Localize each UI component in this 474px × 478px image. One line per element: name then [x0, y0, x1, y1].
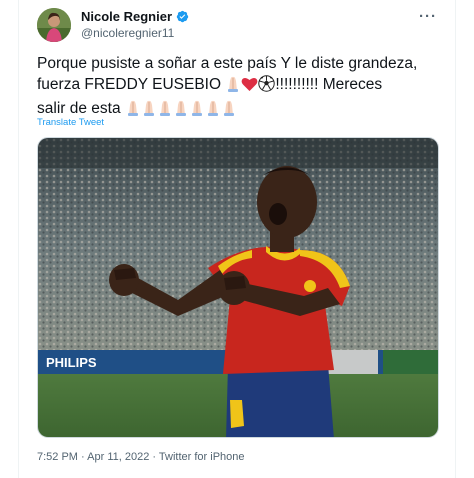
folded-hands-emoji-icon	[189, 99, 205, 122]
translate-tweet-link[interactable]: Translate Tweet	[37, 117, 104, 128]
author-handle[interactable]: @nicoleregnier11	[81, 26, 174, 40]
author-name-row[interactable]: Nicole Regnier	[81, 9, 189, 24]
folded-hands-emoji-icon	[141, 99, 157, 122]
tweet-source: Twitter for iPhone	[158, 451, 245, 463]
tweet-metadata: 7:52 PM · Apr 11, 2022 · Twitter for iPh…	[37, 451, 245, 463]
ad-board-text: PHILIPS	[46, 355, 97, 370]
tweet-card: Nicole Regnier @nicoleregnier11 ··· Porq…	[18, 0, 456, 478]
separator: ·	[77, 451, 88, 463]
tweet-date[interactable]: Apr 11, 2022	[87, 451, 149, 463]
folded-hands-emoji-icon	[173, 99, 189, 122]
red-heart-emoji-icon	[241, 76, 258, 98]
folded-hands-emoji-icon	[205, 99, 221, 122]
separator: ·	[149, 451, 159, 463]
tweet-line-3: salir de esta	[37, 100, 125, 117]
tweet-line-1: Porque pusiste a soñar a este país Y le …	[37, 55, 418, 72]
display-name[interactable]: Nicole Regnier	[81, 9, 172, 24]
folded-hands-emoji-icon	[157, 99, 173, 122]
tweet-photo[interactable]: PHILIPS	[37, 137, 439, 438]
more-horizontal-icon[interactable]: ···	[419, 8, 437, 25]
tweet-line-2-end: !!!!!!!!!! Mereces	[275, 76, 383, 93]
folded-hands-emoji-group	[125, 100, 237, 117]
tweet-text: Porque pusiste a soñar a este país Y le …	[37, 53, 447, 122]
folded-hands-emoji-icon	[221, 99, 237, 122]
avatar[interactable]	[37, 8, 71, 42]
tweet-line-2-start: fuerza FREDDY EUSEBIO	[37, 76, 226, 93]
photo-soccer-player-celebrating: PHILIPS	[38, 138, 438, 437]
soccer-ball-emoji-icon	[258, 75, 276, 98]
tweet-time[interactable]: 7:52 PM	[37, 451, 78, 463]
verified-badge-icon	[176, 10, 189, 23]
folded-hands-emoji-icon	[225, 75, 241, 98]
folded-hands-emoji-icon	[125, 99, 141, 122]
